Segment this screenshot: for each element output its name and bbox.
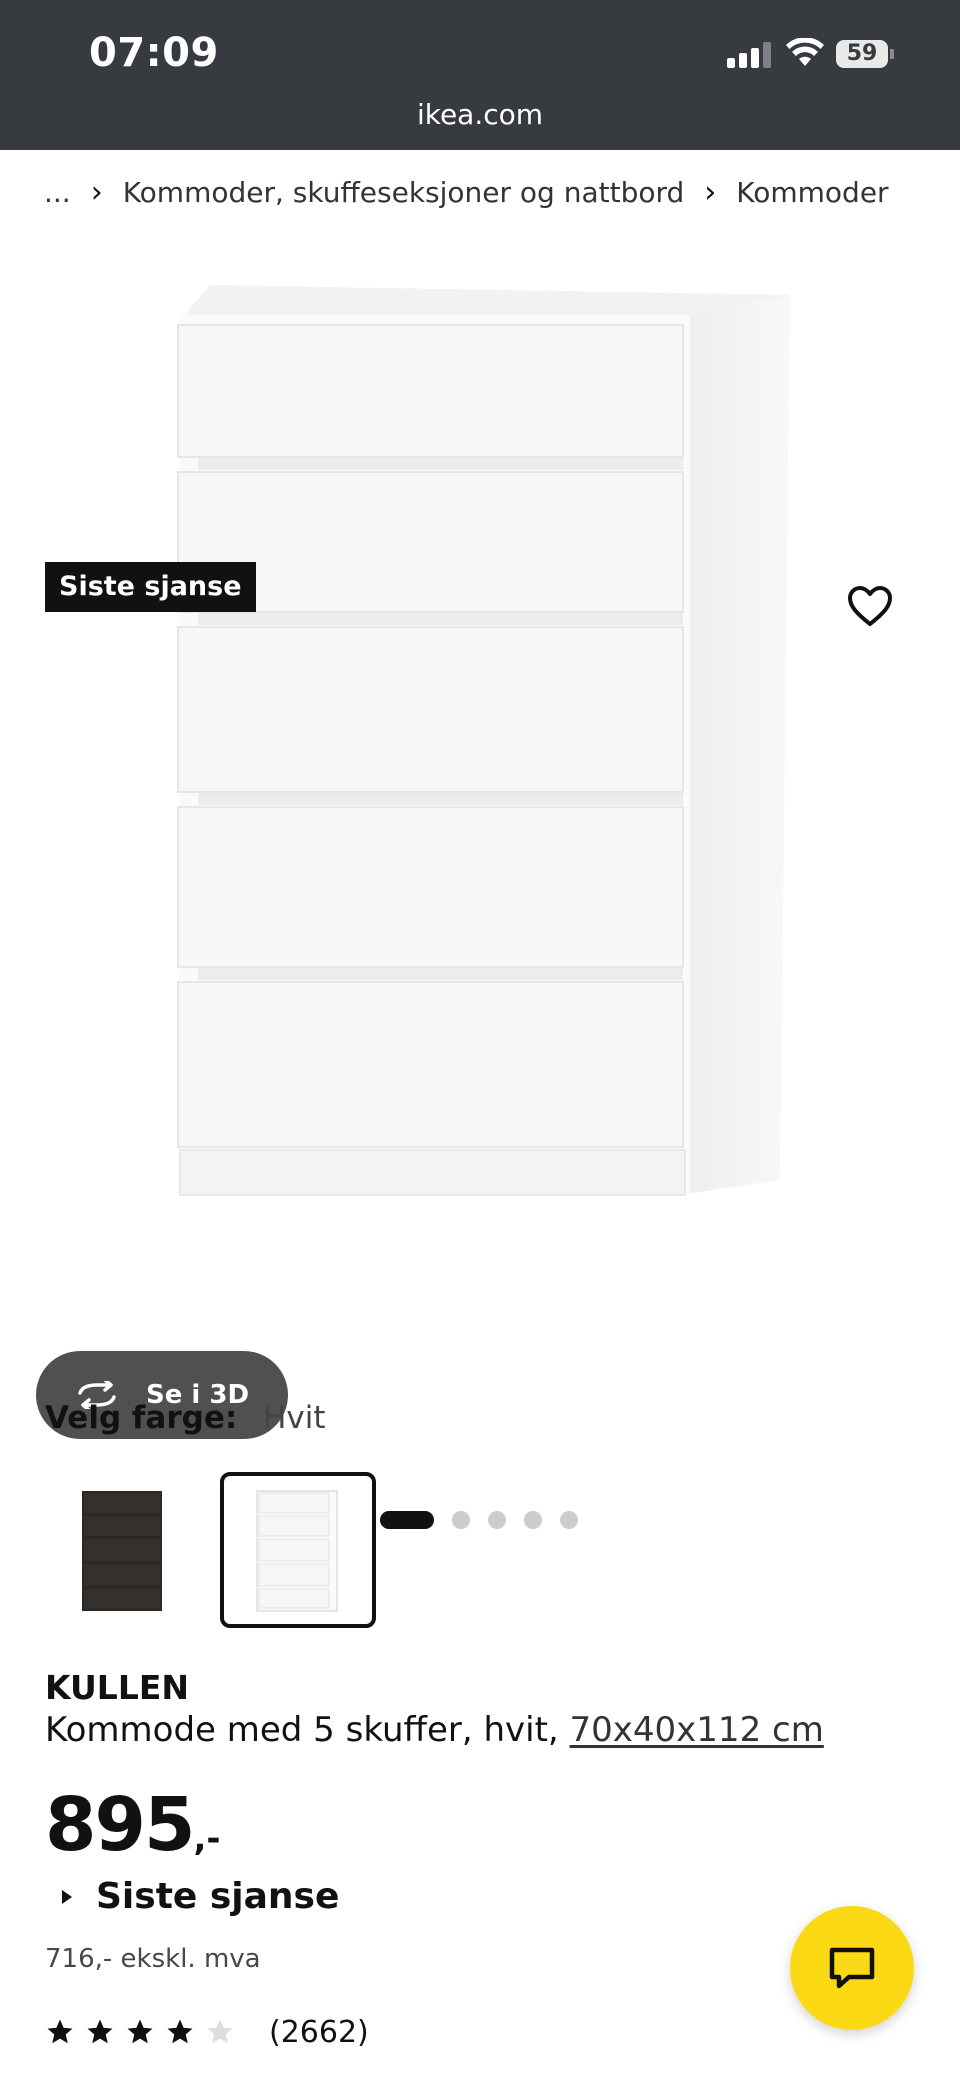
swatch-image-black-brown [82, 1491, 162, 1611]
battery-level: 59 [836, 40, 888, 68]
star-icon-filled [127, 2019, 153, 2044]
color-swatch-white[interactable] [220, 1472, 376, 1628]
star-icon-filled [167, 2019, 193, 2044]
product-image-gallery[interactable]: Siste sjanse Se i 3D [0, 250, 960, 1529]
cellular-signal-icon [727, 42, 771, 68]
color-swatch-black-brown[interactable] [45, 1472, 201, 1628]
product-description-text: Kommode med 5 skuffer, hvit, [45, 1710, 559, 1750]
last-chance-label: Siste sjanse [96, 1876, 340, 1917]
price-value: 895 [45, 1782, 195, 1868]
breadcrumb-item-category[interactable]: Kommoder, skuffeseksjoner og nattbord [123, 176, 685, 209]
breadcrumb: ... › Kommoder, skuffeseksjoner og nattb… [44, 170, 889, 214]
price-excluding-vat: 716,- ekskl. mva [45, 1944, 261, 1974]
address-bar[interactable]: ikea.com [0, 98, 960, 131]
star-icon-empty [207, 2019, 233, 2044]
star-icon-filled [47, 2019, 73, 2044]
chevron-right-icon: › [704, 174, 717, 210]
last-chance-badge: Siste sjanse [45, 562, 256, 612]
wifi-icon [786, 38, 824, 66]
chat-button[interactable] [790, 1906, 914, 2030]
battery-icon: 59 [836, 40, 894, 68]
selected-color-value: Hvit [263, 1400, 326, 1436]
product-name: KULLEN [45, 1668, 190, 1707]
gallery-dot-1[interactable] [380, 1511, 434, 1529]
gallery-pagination [380, 1510, 596, 1530]
product-description: Kommode med 5 skuffer, hvit, 70x40x112 c… [45, 1710, 824, 1750]
rating-count: (2662) [269, 2014, 369, 2050]
caret-right-icon [62, 1889, 72, 1904]
color-selection-label: Velg farge: Hvit [45, 1400, 326, 1436]
breadcrumb-ellipsis[interactable]: ... [44, 176, 71, 209]
gallery-dot-5[interactable] [560, 1511, 578, 1529]
gallery-dot-4[interactable] [524, 1511, 542, 1529]
chevron-right-icon: › [90, 174, 103, 210]
heart-icon[interactable] [846, 584, 894, 628]
status-time: 07:09 [89, 30, 219, 76]
product-dimensions-link[interactable]: 70x40x112 cm [570, 1710, 824, 1750]
gallery-dot-3[interactable] [488, 1511, 506, 1529]
price-suffix: ,- [193, 1819, 221, 1859]
gallery-dot-2[interactable] [452, 1511, 470, 1529]
star-icon-filled [87, 2019, 113, 2044]
color-label-text: Velg farge: [45, 1400, 238, 1436]
chat-bubble-icon [829, 1947, 875, 1989]
last-chance-toggle[interactable]: Siste sjanse [62, 1876, 339, 1917]
status-and-url-bar: 07:09 59 ikea.com [0, 0, 960, 150]
swatch-image-white [256, 1490, 338, 1612]
breadcrumb-item-current[interactable]: Kommoder [736, 176, 888, 209]
product-rating[interactable]: (2662) [45, 2010, 369, 2054]
product-price: 895,- [45, 1782, 221, 1868]
product-image [177, 285, 790, 1196]
